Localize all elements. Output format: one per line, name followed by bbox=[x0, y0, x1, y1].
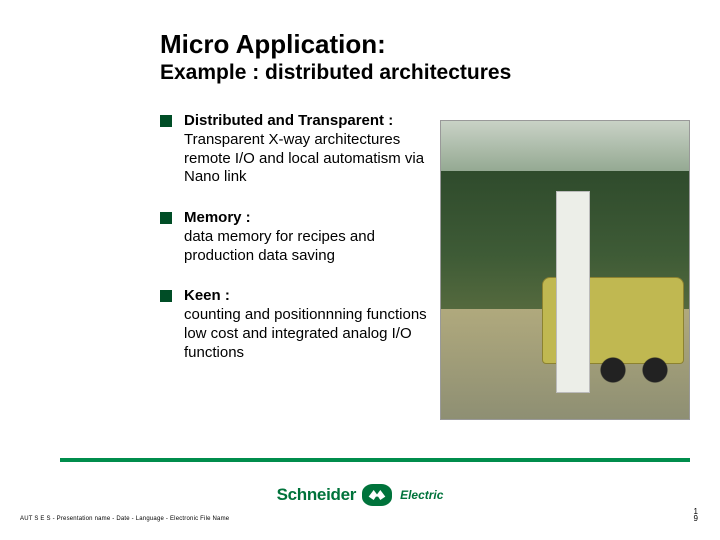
illustration-image bbox=[440, 120, 690, 420]
bullet-lead: Keen : bbox=[184, 287, 230, 304]
bullet-item: Memory : data memory for recipes and pro… bbox=[160, 209, 444, 265]
slide: Micro Application: Example : distributed… bbox=[0, 0, 720, 540]
slide-subtitle: Example : distributed architectures bbox=[160, 61, 680, 85]
bullet-item: Keen : counting and positionnning functi… bbox=[160, 287, 444, 362]
footer-page: 1 9 bbox=[694, 508, 698, 522]
logo-brand: Schneider bbox=[277, 485, 357, 505]
slide-title: Micro Application: bbox=[160, 30, 680, 59]
bullet-line: remote I/O and local automatism via bbox=[184, 150, 424, 167]
logo: Schneider Electric bbox=[0, 484, 720, 506]
bullet-line: Transparent X-way architectures bbox=[184, 131, 400, 148]
bullet-line: Nano link bbox=[184, 168, 247, 185]
bullet-lead: Distributed and Transparent : bbox=[184, 112, 393, 129]
bullet-lead: Memory : bbox=[184, 209, 251, 226]
footer-page-bottom: 9 bbox=[694, 515, 698, 522]
title-block: Micro Application: Example : distributed… bbox=[160, 30, 680, 85]
logo-badge-icon bbox=[362, 484, 392, 506]
logo-sub: Electric bbox=[400, 488, 443, 502]
separator-bar bbox=[60, 458, 690, 462]
bullet-line: counting and positionnning functions bbox=[184, 306, 427, 323]
bullet-item: Distributed and Transparent : Transparen… bbox=[160, 112, 444, 187]
bullet-line: low cost and integrated analog I/O funct… bbox=[184, 325, 412, 361]
bullet-line: data memory for recipes and production d… bbox=[184, 228, 375, 264]
footer-left: AUT S E S - Presentation name - Date - L… bbox=[20, 516, 229, 522]
